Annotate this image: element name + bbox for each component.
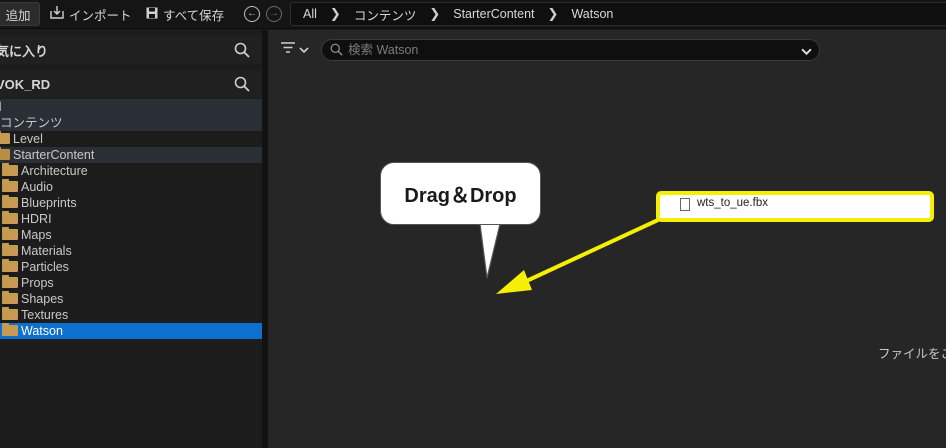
dragged-file-name: wts_to_ue.fbx	[697, 197, 768, 209]
speech-bubble-tail	[479, 223, 501, 279]
drag-arrow-line	[519, 218, 659, 286]
speech-bubble: Drag＆Drop	[380, 162, 541, 225]
file-icon	[680, 198, 690, 211]
arrow-head-icon	[496, 270, 532, 294]
dragged-file[interactable]: wts_to_ue.fbx	[656, 191, 934, 222]
speech-bubble-text: Drag＆Drop	[404, 185, 517, 207]
